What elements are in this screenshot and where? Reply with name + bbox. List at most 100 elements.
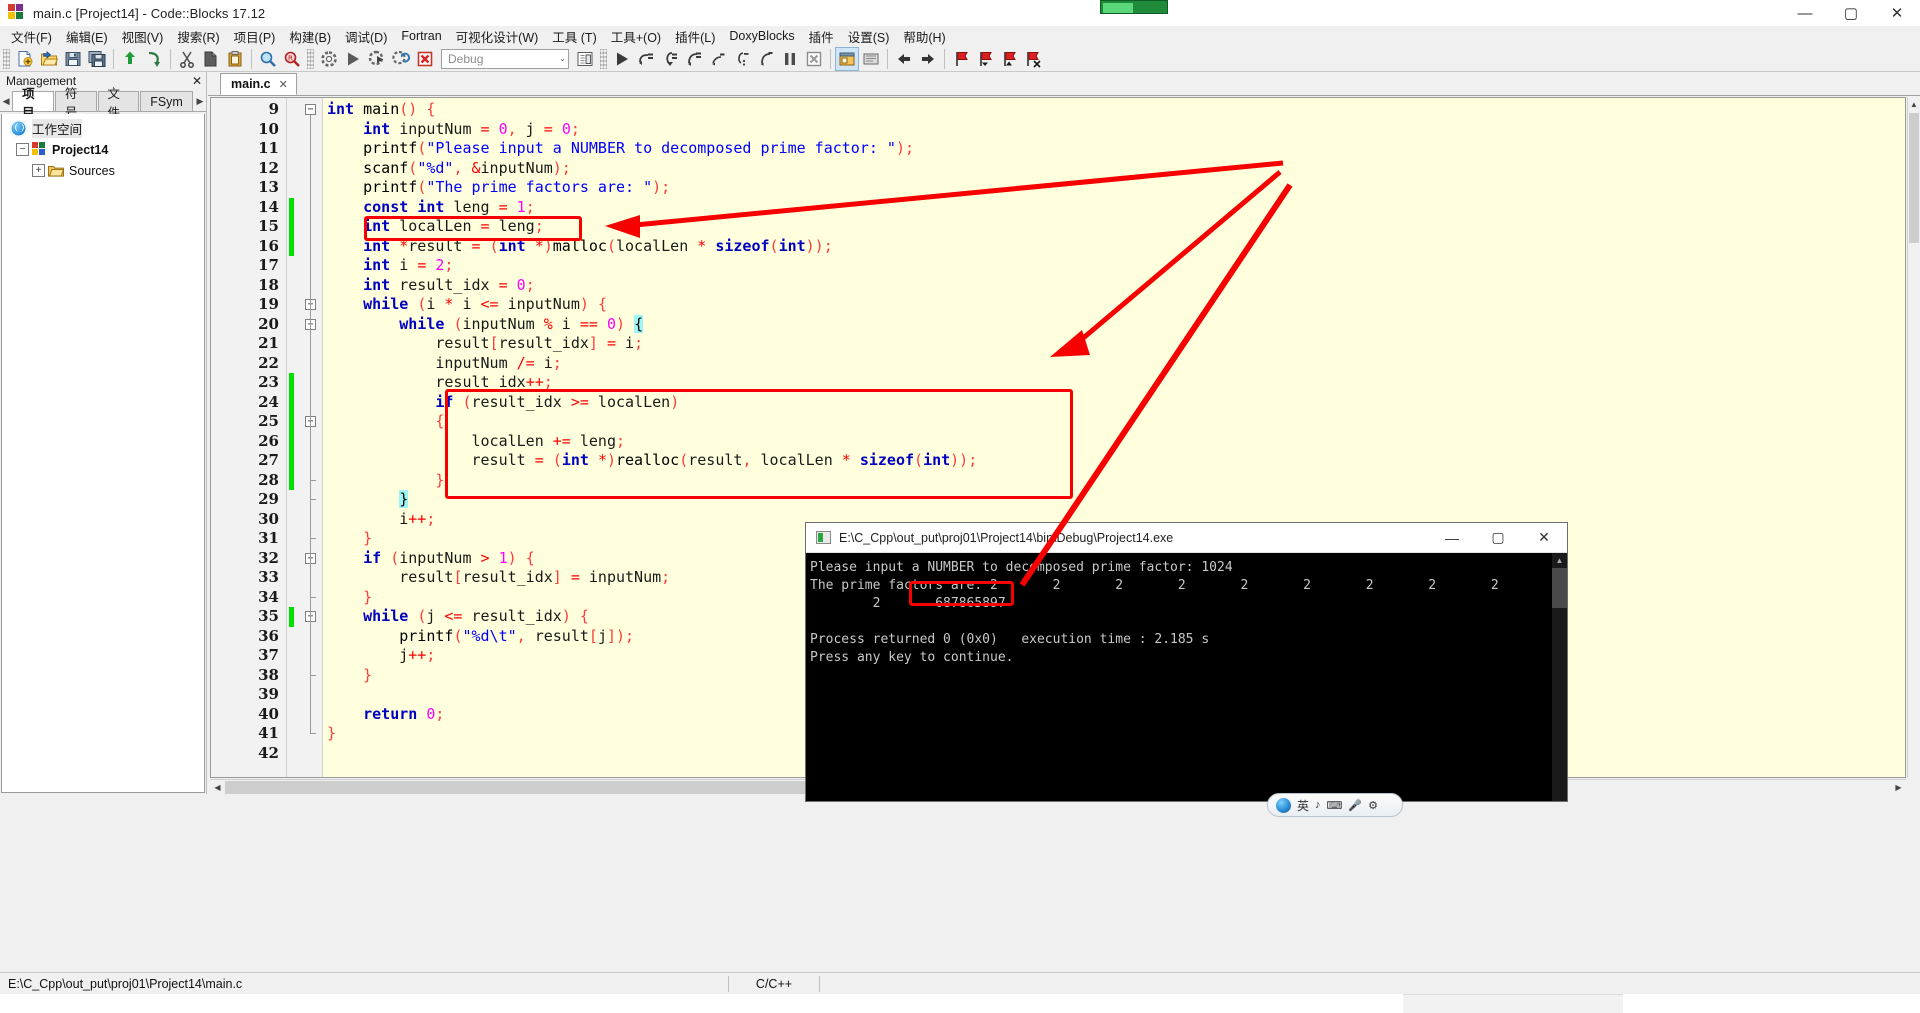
menu-build[interactable]: 构建(B) bbox=[282, 25, 338, 48]
tree-node-project[interactable]: − Project14 bbox=[2, 139, 204, 160]
menu-help[interactable]: 帮助(H) bbox=[896, 25, 952, 48]
debug-info-icon[interactable] bbox=[860, 48, 882, 70]
copy-icon[interactable] bbox=[200, 48, 222, 70]
tree-node-sources[interactable]: + Sources bbox=[2, 160, 204, 181]
open-file-icon[interactable] bbox=[38, 48, 60, 70]
editor-vertical-scrollbar[interactable]: ▲ bbox=[1907, 97, 1920, 778]
debug-step-out-icon[interactable] bbox=[683, 48, 705, 70]
new-file-icon[interactable] bbox=[14, 48, 36, 70]
ime-mic-icon[interactable]: 🎤 bbox=[1348, 799, 1362, 812]
ime-pen-icon[interactable]: ♪ bbox=[1315, 799, 1321, 811]
collapse-icon[interactable]: − bbox=[16, 143, 29, 156]
vscroll-thumb[interactable] bbox=[1909, 113, 1919, 243]
console-scrollbar[interactable]: ▲ bbox=[1552, 553, 1567, 801]
tree-node-workspace[interactable]: 工作空间 bbox=[2, 118, 204, 139]
redo-icon[interactable] bbox=[143, 48, 165, 70]
bookmark-clear-icon[interactable] bbox=[1022, 48, 1044, 70]
find-icon[interactable] bbox=[257, 48, 279, 70]
scroll-up-icon[interactable]: ▲ bbox=[1908, 97, 1920, 111]
bookmark-next-icon[interactable] bbox=[998, 48, 1020, 70]
menu-fortran[interactable]: Fortran bbox=[394, 27, 448, 45]
menu-search[interactable]: 搜索(R) bbox=[170, 25, 226, 48]
console-maximize-button[interactable]: ▢ bbox=[1475, 523, 1521, 553]
ime-logo-icon bbox=[1276, 797, 1291, 813]
chevron-left-icon[interactable]: ◀ bbox=[0, 91, 12, 111]
run-icon[interactable] bbox=[342, 48, 364, 70]
console-close-button[interactable]: ✕ bbox=[1521, 523, 1567, 553]
tab-symbols[interactable]: 符号 bbox=[54, 87, 97, 120]
menu-addons[interactable]: 插件 bbox=[802, 25, 841, 48]
build-target-select[interactable]: Debug ⌄ bbox=[441, 48, 569, 69]
build-log-icon[interactable] bbox=[574, 48, 596, 70]
code-token: ) bbox=[543, 236, 553, 255]
toolbar-grip-2[interactable] bbox=[307, 48, 314, 69]
menu-edit[interactable]: 编辑(E) bbox=[59, 25, 115, 48]
menu-settings[interactable]: 设置(S) bbox=[841, 25, 897, 48]
console-window[interactable]: E:\C_Cpp\out_put\proj01\Project14\bin\De… bbox=[805, 522, 1568, 802]
build-and-run-icon[interactable] bbox=[366, 48, 388, 70]
code-token: localLen bbox=[588, 392, 671, 411]
console-minimize-button[interactable]: — bbox=[1429, 523, 1475, 553]
menu-tools[interactable]: 工具 (T) bbox=[545, 25, 603, 48]
tab-projects[interactable]: 项目 bbox=[12, 87, 54, 120]
editor-tab-main-c[interactable]: main.c ✕ bbox=[220, 73, 297, 95]
ime-mode-label[interactable]: 英 bbox=[1297, 797, 1309, 814]
chevron-right-icon[interactable]: ▶ bbox=[194, 91, 206, 111]
close-icon[interactable]: ✕ bbox=[279, 78, 288, 91]
save-all-icon[interactable] bbox=[86, 48, 108, 70]
menu-project[interactable]: 项目(P) bbox=[227, 25, 283, 48]
debug-run-to-cursor-icon[interactable] bbox=[755, 48, 777, 70]
ime-settings-icon[interactable]: ⚙ bbox=[1368, 799, 1378, 812]
menu-tools-plus[interactable]: 工具+(O) bbox=[604, 25, 668, 48]
hscroll-thumb[interactable] bbox=[225, 780, 885, 794]
rebuild-icon[interactable] bbox=[390, 48, 412, 70]
debug-break-icon[interactable] bbox=[779, 48, 801, 70]
debug-stop-icon[interactable] bbox=[803, 48, 825, 70]
文件[interactable]: 文件 bbox=[97, 87, 140, 120]
fold-toggle-icon[interactable]: − bbox=[305, 104, 316, 115]
maximize-button[interactable]: ▢ bbox=[1828, 0, 1874, 26]
menu-view[interactable]: 视图(V) bbox=[115, 25, 171, 48]
save-icon[interactable] bbox=[62, 48, 84, 70]
ime-keyboard-icon[interactable]: ⌨ bbox=[1327, 799, 1343, 812]
close-button[interactable]: ✕ bbox=[1874, 0, 1920, 26]
debug-windows-icon[interactable] bbox=[835, 46, 859, 71]
toolbar-grip[interactable] bbox=[3, 48, 10, 69]
back-icon[interactable] bbox=[893, 48, 915, 70]
bookmark-prev-icon[interactable] bbox=[974, 48, 996, 70]
paste-icon[interactable] bbox=[224, 48, 246, 70]
scroll-left-icon[interactable]: ◀ bbox=[210, 783, 225, 792]
replace-icon[interactable]: R bbox=[281, 48, 303, 70]
console-scroll-thumb[interactable] bbox=[1552, 568, 1567, 608]
menu-file[interactable]: 文件(F) bbox=[4, 25, 59, 48]
menu-visual-design[interactable]: 可视化设计(W) bbox=[449, 25, 546, 48]
cut-icon[interactable] bbox=[176, 48, 198, 70]
forward-icon[interactable] bbox=[917, 48, 939, 70]
build-icon[interactable] bbox=[318, 48, 340, 70]
undo-icon[interactable] bbox=[119, 48, 141, 70]
menu-debug[interactable]: 调试(D) bbox=[338, 25, 394, 48]
project-tree[interactable]: 工作空间 − Project14 + Sources bbox=[1, 114, 205, 793]
code-line: printf("The prime factors are: "); bbox=[323, 178, 1905, 198]
close-icon[interactable]: ✕ bbox=[192, 74, 202, 88]
minimize-button[interactable]: — bbox=[1782, 0, 1828, 26]
code-token: i bbox=[552, 314, 580, 333]
debug-continue-icon[interactable] bbox=[611, 48, 633, 70]
toolbar-grip-3[interactable] bbox=[600, 48, 607, 69]
debug-step-into-icon[interactable] bbox=[659, 48, 681, 70]
fold-gutter[interactable]: −−−−−− bbox=[299, 98, 323, 777]
menu-plugins[interactable]: 插件(L) bbox=[668, 25, 722, 48]
bookmark-toggle-icon[interactable] bbox=[950, 48, 972, 70]
menu-doxyblocks[interactable]: DoxyBlocks bbox=[722, 27, 801, 45]
abort-icon[interactable] bbox=[414, 48, 436, 70]
debug-next-line-icon[interactable] bbox=[635, 48, 657, 70]
console-scroll-up-icon[interactable]: ▲ bbox=[1552, 553, 1567, 568]
scroll-right-icon[interactable]: ▶ bbox=[1891, 783, 1906, 792]
debug-next-instruction-icon[interactable] bbox=[707, 48, 729, 70]
ime-toolbar[interactable]: 英 ♪ ⌨ 🎤 ⚙ bbox=[1267, 793, 1403, 817]
expand-icon[interactable]: + bbox=[32, 164, 45, 177]
tab-fsymbols[interactable]: FSym bbox=[140, 91, 193, 111]
debug-step-into-instruction-icon[interactable] bbox=[731, 48, 753, 70]
